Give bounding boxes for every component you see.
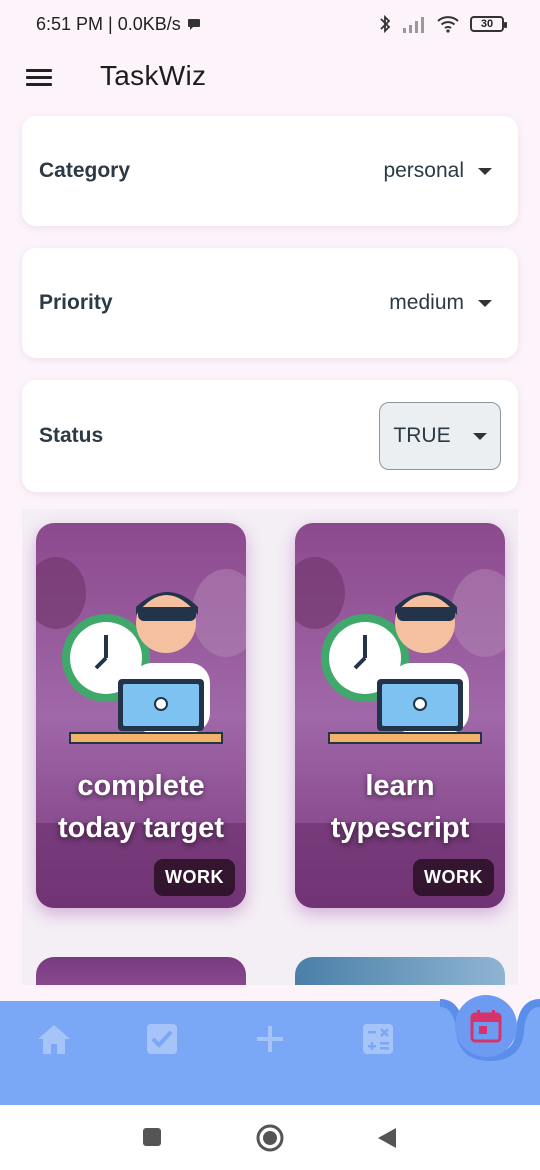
- task-category-badge: WORK: [413, 859, 494, 896]
- status-filter-card: Status TRUE: [22, 380, 518, 492]
- task-title-line: complete: [77, 770, 205, 802]
- task-title-line: typescript: [330, 812, 470, 844]
- task-illustration: [295, 523, 505, 908]
- task-card-peek[interactable]: [295, 957, 505, 985]
- category-filter-card: Category personal: [22, 116, 518, 226]
- nav-add[interactable]: [250, 1019, 290, 1059]
- task-title-line: learn: [365, 770, 435, 802]
- nav-tasks[interactable]: [142, 1019, 182, 1059]
- category-value: personal: [383, 159, 464, 182]
- battery-level: 30: [480, 18, 494, 30]
- status-bar: 6:51 PM | 0.0KB/s 30: [0, 0, 540, 48]
- back-button[interactable]: [376, 1126, 398, 1155]
- priority-label: Priority: [39, 291, 113, 314]
- caret-down-icon: [478, 299, 492, 307]
- nav-calculator[interactable]: [358, 1019, 398, 1059]
- priority-value: medium: [389, 291, 464, 314]
- wifi-icon: [437, 16, 459, 33]
- plus-icon: [257, 1026, 283, 1052]
- status-value: TRUE: [393, 424, 451, 447]
- back-triangle-icon: [378, 1128, 396, 1148]
- priority-dropdown[interactable]: medium: [389, 291, 492, 315]
- bottom-navigation: [0, 991, 540, 1105]
- task-card[interactable]: learn typescript WORK: [295, 523, 505, 908]
- task-category-badge: WORK: [154, 859, 235, 896]
- status-time-network: 6:51 PM | 0.0KB/s: [36, 13, 181, 34]
- task-grid: complete today target WORK learn typescr…: [22, 509, 518, 985]
- nav-home[interactable]: [34, 1019, 74, 1059]
- category-label: Category: [39, 159, 131, 182]
- app-bar: TaskWiz: [0, 50, 540, 106]
- app-title: TaskWiz: [100, 60, 207, 91]
- status-label: Status: [39, 424, 104, 447]
- priority-filter-card: Priority medium: [22, 248, 518, 358]
- bluetooth-icon: [380, 14, 391, 34]
- task-card-peek[interactable]: [36, 957, 246, 985]
- recent-apps-button[interactable]: [142, 1127, 162, 1152]
- task-title: learn typescript: [295, 765, 505, 849]
- square-icon: [143, 1128, 161, 1146]
- chat-bubble-icon: [187, 19, 200, 30]
- status-right: 30: [378, 14, 507, 34]
- system-navigation-bar: [0, 1105, 540, 1170]
- caret-down-icon: [478, 167, 492, 175]
- task-illustration: [36, 523, 246, 908]
- calculator-icon: [363, 1024, 393, 1054]
- task-card[interactable]: complete today target WORK: [36, 523, 246, 908]
- signal-icon: [403, 17, 424, 33]
- checkbox-icon: [147, 1024, 177, 1054]
- caret-down-icon: [472, 432, 487, 440]
- task-title: complete today target: [36, 765, 246, 849]
- status-left: 6:51 PM | 0.0KB/s: [36, 14, 201, 35]
- task-title-line: today target: [58, 812, 224, 844]
- home-icon: [38, 1025, 70, 1054]
- nav-calendar[interactable]: [455, 995, 517, 1057]
- status-dropdown[interactable]: TRUE: [379, 402, 501, 470]
- calendar-icon: [470, 1010, 502, 1043]
- circle-home-icon: [256, 1124, 284, 1152]
- home-button[interactable]: [256, 1124, 284, 1157]
- menu-icon[interactable]: [24, 66, 54, 90]
- category-dropdown[interactable]: personal: [383, 159, 492, 183]
- battery-icon: 30: [470, 16, 507, 32]
